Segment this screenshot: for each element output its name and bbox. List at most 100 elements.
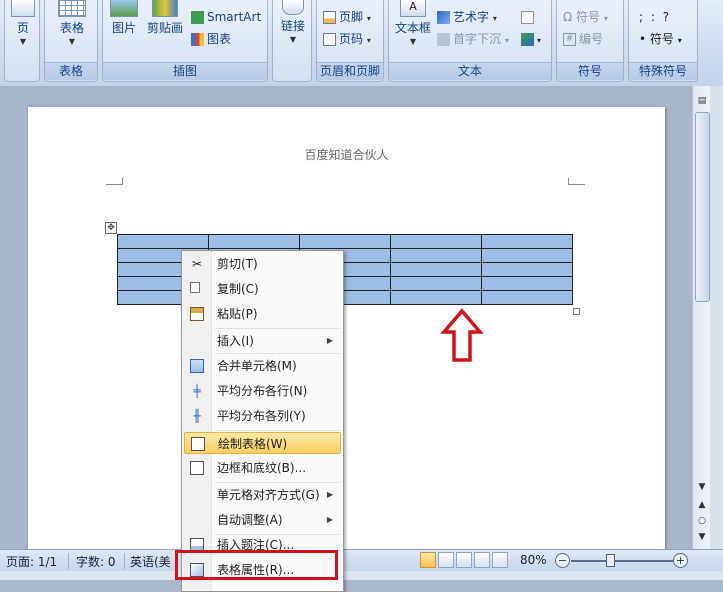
object-icon bbox=[521, 11, 534, 24]
table-cell[interactable] bbox=[390, 262, 482, 277]
menu-item-merge-cells[interactable]: 合并单元格(M) bbox=[184, 355, 341, 377]
status-language[interactable]: 英语(美 bbox=[130, 553, 171, 570]
outline-view-icon[interactable] bbox=[474, 552, 490, 568]
page-header-text: 百度知道合伙人 bbox=[304, 148, 389, 162]
symbol-button[interactable]: Ω 符号 ▾ bbox=[563, 7, 608, 27]
table-cell[interactable] bbox=[390, 248, 482, 263]
margin-corner-left bbox=[106, 178, 123, 185]
context-menu: ✂ 剪切(T) 复制(C) 粘贴(P) 插入(I) ▶ 合并单元格(M) ╪ 平… bbox=[181, 250, 344, 592]
zoom-slider-thumb[interactable] bbox=[606, 554, 615, 567]
table-cell[interactable] bbox=[481, 290, 573, 305]
copy-icon bbox=[190, 282, 200, 293]
scissors-icon: ✂ bbox=[191, 257, 203, 271]
ribbon: 页 ▼ 表格 ▼ 表格 图片 剪贴画 SmartArt 图表 插图 链接 ▼ 页… bbox=[0, 0, 723, 87]
table-move-handle-icon[interactable]: ✥ bbox=[105, 222, 117, 234]
group-illustrations: 图片 剪贴画 SmartArt 图表 插图 bbox=[102, 0, 268, 82]
text-extra-button-2[interactable]: ▾ bbox=[521, 29, 541, 49]
numbering-button[interactable]: # 编号 bbox=[563, 29, 603, 49]
status-page[interactable]: 页面: 1/1 bbox=[6, 553, 57, 570]
chevron-down-icon: ▼ bbox=[68, 37, 76, 46]
group-header-footer: 页脚 ▾ 页码 ▾ 页眉和页脚 bbox=[316, 0, 384, 82]
previous-page-icon[interactable]: ▲ bbox=[695, 498, 709, 512]
zoom-in-icon[interactable]: + bbox=[673, 553, 688, 568]
table-button[interactable]: 表格 ▼ bbox=[53, 0, 91, 46]
clipart-icon bbox=[152, 0, 178, 17]
scrollbar-thumb[interactable] bbox=[695, 112, 710, 302]
status-bar: 页面: 1/1 字数: 0 英语(美 80% − + bbox=[0, 549, 723, 572]
menu-item-copy[interactable]: 复制(C) bbox=[184, 278, 341, 300]
menu-item-distribute-rows[interactable]: ╪ 平均分布各行(N) bbox=[184, 380, 341, 402]
page-number-icon bbox=[323, 33, 336, 46]
picture-button[interactable]: 图片 bbox=[109, 0, 139, 36]
links-button[interactable]: 链接 ▼ bbox=[278, 0, 308, 44]
ruler-toggle-icon[interactable]: ▤ bbox=[695, 94, 709, 108]
chevron-down-icon: ▼ bbox=[289, 35, 297, 44]
chevron-down-icon: ▾ bbox=[366, 14, 371, 23]
chevron-down-icon: ▾ bbox=[492, 14, 497, 23]
page-number-button[interactable]: 页码 ▾ bbox=[323, 29, 371, 49]
smartart-button[interactable]: SmartArt bbox=[191, 7, 261, 27]
table-cell[interactable] bbox=[208, 234, 300, 249]
table-cell[interactable] bbox=[390, 234, 482, 249]
next-page-icon[interactable]: ▼ bbox=[695, 530, 709, 544]
menu-item-insert[interactable]: 插入(I) ▶ bbox=[184, 330, 341, 352]
chart-button[interactable]: 图表 bbox=[191, 29, 231, 49]
table-cell[interactable] bbox=[481, 234, 573, 249]
web-layout-view-icon[interactable] bbox=[456, 552, 472, 568]
smartart-icon bbox=[191, 11, 204, 24]
merge-cells-icon bbox=[190, 359, 204, 373]
wordart-button[interactable]: 艺术字 ▾ bbox=[437, 7, 497, 27]
document-page[interactable]: 百度知道合伙人 ✥ bbox=[28, 107, 665, 549]
table-icon bbox=[58, 0, 86, 17]
browse-object-icon[interactable]: ○ bbox=[695, 514, 709, 528]
chevron-down-icon: ▼ bbox=[409, 37, 417, 46]
chevron-down-icon: ▾ bbox=[504, 36, 509, 45]
table-cell[interactable] bbox=[117, 234, 209, 249]
footer-button[interactable]: 页脚 ▾ bbox=[323, 7, 371, 27]
table-cell[interactable] bbox=[481, 262, 573, 277]
zoom-level[interactable]: 80% bbox=[520, 553, 547, 567]
menu-item-distribute-columns[interactable]: ╫ 平均分布各列(Y) bbox=[184, 405, 341, 427]
menu-item-paste[interactable]: 粘贴(P) bbox=[184, 303, 341, 325]
menu-item-borders-shading[interactable]: 边框和底纹(B)... bbox=[184, 457, 341, 479]
table-cell[interactable] bbox=[390, 276, 482, 291]
punctuation-row[interactable]: ; : ? bbox=[639, 7, 671, 27]
zoom-slider-track[interactable] bbox=[571, 560, 676, 562]
chevron-down-icon: ▾ bbox=[366, 36, 371, 45]
dropcap-button[interactable]: 首字下沉 ▾ bbox=[437, 29, 509, 49]
text-extra-button-1[interactable] bbox=[521, 7, 537, 27]
document-area[interactable]: 百度知道合伙人 ✥ bbox=[0, 86, 692, 549]
datetime-icon bbox=[521, 33, 534, 46]
textbox-button[interactable]: A 文本框 ▼ bbox=[393, 0, 433, 46]
table-cell[interactable] bbox=[299, 234, 391, 249]
draft-view-icon[interactable] bbox=[492, 552, 508, 568]
menu-separator bbox=[215, 482, 339, 483]
menu-item-autofit[interactable]: 自动调整(A) ▶ bbox=[184, 509, 341, 531]
menu-item-cell-alignment[interactable]: 单元格对齐方式(G) ▶ bbox=[184, 484, 341, 506]
scroll-down-icon[interactable]: ▼ bbox=[695, 480, 709, 494]
group-label-illustrations: 插图 bbox=[103, 62, 267, 80]
group-label-table: 表格 bbox=[45, 62, 97, 80]
textbox-icon: A bbox=[400, 0, 426, 17]
menu-item-draw-table[interactable]: 绘制表格(W) bbox=[184, 432, 341, 454]
zoom-out-icon[interactable]: − bbox=[555, 553, 570, 568]
full-screen-reading-view-icon[interactable] bbox=[438, 552, 454, 568]
taskbar-strip bbox=[0, 571, 723, 580]
table-cell[interactable] bbox=[481, 276, 573, 291]
print-layout-view-icon[interactable] bbox=[420, 552, 436, 568]
hash-icon: # bbox=[563, 33, 576, 46]
menu-item-cut[interactable]: ✂ 剪切(T) bbox=[184, 253, 341, 275]
table-cell[interactable] bbox=[481, 248, 573, 263]
clipart-button[interactable]: 剪贴画 bbox=[145, 0, 185, 36]
status-word-count[interactable]: 字数: 0 bbox=[76, 553, 116, 570]
table-cell[interactable] bbox=[390, 290, 482, 305]
vertical-scrollbar[interactable]: ▤ ▼ ▲ ○ ▼ bbox=[692, 86, 711, 549]
table-resize-handle[interactable] bbox=[573, 308, 580, 315]
submenu-arrow-icon: ▶ bbox=[326, 515, 333, 524]
table-row bbox=[117, 234, 573, 249]
special-symbol-button[interactable]: • 符号 ▾ bbox=[639, 29, 682, 49]
pages-button[interactable]: 页 ▼ bbox=[11, 0, 35, 46]
bullet-icon: • bbox=[639, 32, 650, 46]
chevron-down-icon: ▼ bbox=[19, 37, 27, 46]
group-text: A 文本框 ▼ 艺术字 ▾ 首字下沉 ▾ ▾ 文本 bbox=[388, 0, 552, 82]
